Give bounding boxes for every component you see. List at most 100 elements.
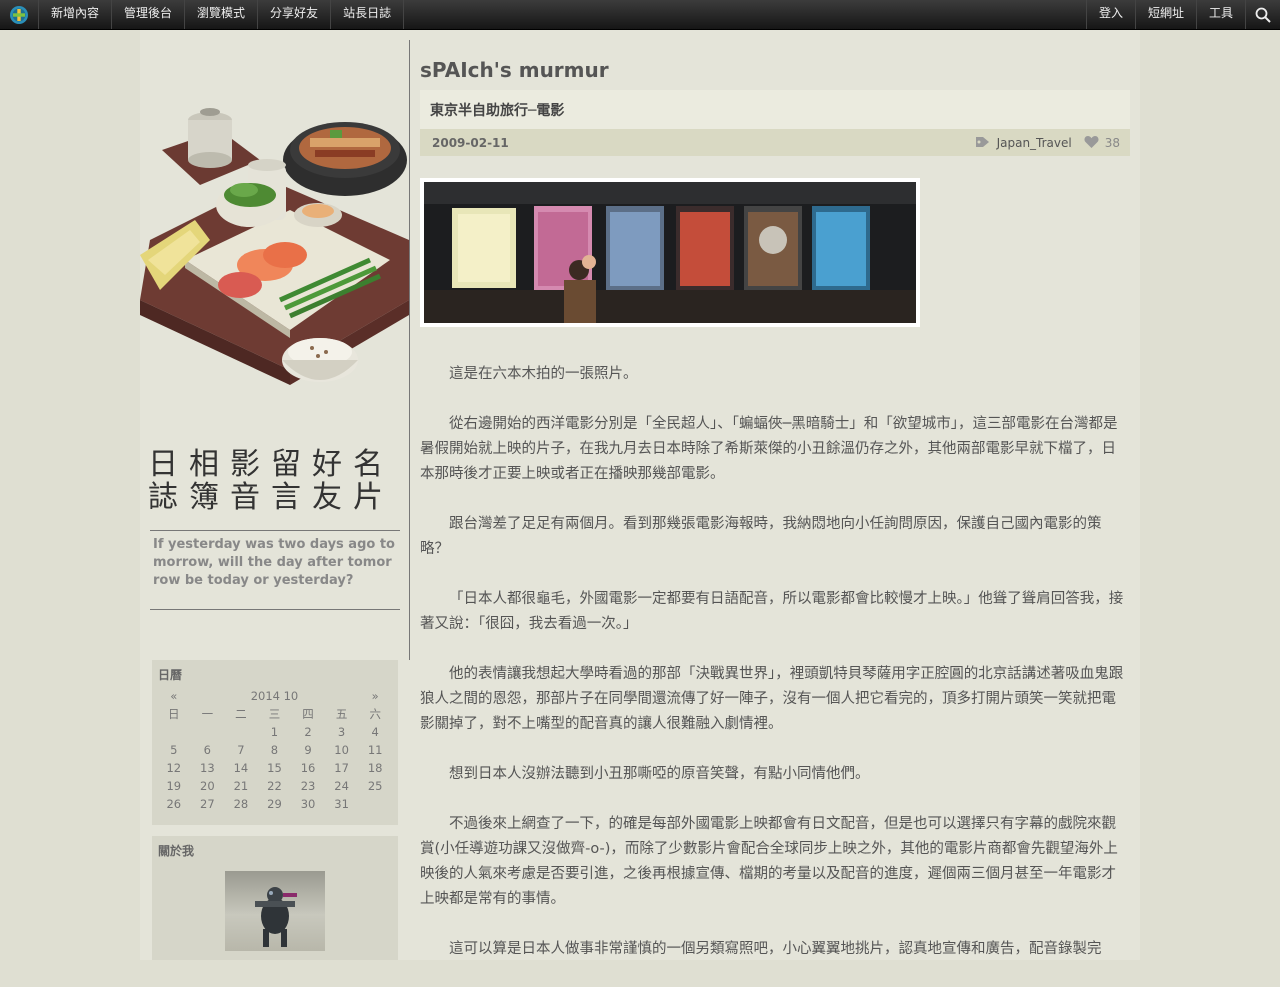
top-toolbar: 新增內容 管理後台 瀏覽模式 分享好友 站長日誌 登入 短網址 工具 [0,0,1280,30]
post-paragraph: 這可以算是日本人做事非常謹慎的一個另類寫照吧，小心翼翼地挑片，認真地宣傳和廣告，… [449,941,1102,957]
about-me-title: 關於我 [158,844,195,858]
nav-login[interactable]: 登入 [1085,0,1135,29]
nav-new-post[interactable]: 新增內容 [39,0,113,29]
calendar-day: 16 [300,761,316,775]
calendar-day: 7 [237,743,245,757]
weekday-label: 六 [369,707,381,721]
divider [150,609,400,610]
calendar-week-row: 19 20 21 22 23 24 25 [157,777,392,795]
calendar-day: 30 [300,797,316,811]
sidebar-divider [409,40,410,660]
calendar-day: 25 [367,779,383,793]
calendar-day [224,723,258,741]
calendar-day: 4 [371,725,379,739]
post-title[interactable]: 東京半自助旅行─電影 [430,100,564,120]
about-me-widget: 關於我 [152,836,398,960]
calendar-day: 24 [334,779,349,793]
weekday-label: 三 [268,707,281,721]
sidebar-title-calligraphy: 日相影留好名 誌簿音言友片 [148,448,402,514]
nav-share[interactable]: 分享好友 [258,0,332,29]
calendar-title: 日曆 [158,668,183,682]
nav-tools[interactable]: 工具 [1195,0,1245,29]
calendar-table: « 2014 10 » 日 一 二 三 四 五 六 1 2 3 4 5 6 7 … [157,687,392,813]
post-paragraph: 不過後來上網查了一下，的確是每部外國電影上映都會有日文配音，但是也可以選擇只有字… [420,816,1118,907]
tag-icon [975,135,991,152]
calendar-week-row: 1 2 3 4 [157,723,392,741]
food-illustration-banner [140,90,409,435]
nav-admin[interactable]: 管理後台 [112,0,186,29]
calendar-day: 14 [233,761,249,775]
search-icon[interactable] [1245,0,1280,29]
post-paragraph: 他的表情讓我想起大學時看過的那部「決戰異世界」，裡頭凱特貝琴薩用字正腔圓的北京話… [420,666,1124,732]
calendar-day [358,795,392,813]
like-count: 38 [1104,136,1120,150]
nav-site-log[interactable]: 站長日誌 [331,0,405,29]
calendar-day: 18 [367,761,383,775]
post-title-bar: 東京半自助旅行─電影 [420,90,1130,129]
post-tag-link[interactable]: Japan_Travel [997,136,1072,150]
calendar-day: 23 [300,779,316,793]
calendar-day: 19 [166,779,182,793]
post-paragraph: 跟台灣差了足足有兩個月。看到那幾張電影海報時，我納悶地向小任詢問原因，保護自己國… [420,516,1102,557]
toolbar-right-menu: 登入 短網址 工具 [1085,0,1280,29]
calendar-day: 2 [304,725,312,739]
weekday-label: 二 [235,707,247,721]
weekday-label: 四 [302,707,314,721]
calendar-day: 8 [270,743,279,757]
calendar-day: 27 [200,797,215,811]
weekday-label: 一 [201,707,214,721]
calendar-day: 17 [334,761,349,775]
calendar-month-label: 2014 10 [250,689,299,703]
post-paragraph: 想到日本人沒辦法聽到小丑那嘶啞的原音笑聲，有點小同情他們。 [449,766,870,782]
calendar-weekday-row: 日 一 二 三 四 五 六 [157,705,392,723]
calendar-day: 20 [200,779,215,793]
sidebar: 日相影留好名 誌簿音言友片 If yesterday was two days … [140,30,409,960]
post-paragraph: 「日本人都很龜毛，外國電影一定都要有日語配音，所以電影都會比較慢才上映。」他聳了… [420,591,1124,632]
calendar-widget: 日曆 « 2014 10 » 日 一 二 三 四 五 六 1 2 3 4 5 6… [152,660,398,825]
calendar-day: 1 [270,725,279,739]
calendar-next-link[interactable]: » [358,687,392,705]
post-paragraph: 這是在六本木拍的一張照片。 [449,366,638,382]
calendar-nav-row: « 2014 10 » [157,687,392,705]
calendar-day: 28 [233,797,249,811]
page-container: 日相影留好名 誌簿音言友片 If yesterday was two days … [140,30,1140,960]
calendar-day: 29 [267,797,282,811]
calendar-day: 31 [334,797,349,811]
site-logo-icon[interactable] [0,0,39,29]
post-date: 2009-02-11 [432,136,509,150]
calendar-day: 3 [337,725,346,739]
calendar-week-row: 26 27 28 29 30 31 [157,795,392,813]
toolbar-left-menu: 新增內容 管理後台 瀏覽模式 分享好友 站長日誌 [39,0,405,29]
nav-short-url[interactable]: 短網址 [1134,0,1196,29]
calendar-day [157,723,191,741]
heart-icon[interactable] [1084,135,1099,152]
calendar-day: 6 [203,743,211,757]
blog-tagline: If yesterday was two days ago tomorrow, … [153,537,395,588]
sidebar-title-row-bottom: 誌簿音言友片 [148,480,394,515]
sidebar-title-row-top: 日相影留好名 [148,447,394,482]
divider [150,530,400,531]
calendar-day: 11 [367,743,383,757]
calendar-week-row: 12 13 14 15 16 17 18 [157,759,392,777]
calendar-day: 9 [304,743,312,757]
calendar-day: 21 [233,779,249,793]
calendar-day [191,723,225,741]
calendar-day: 12 [166,761,182,775]
calendar-day: 22 [267,779,282,793]
weekday-label: 日 [168,707,180,721]
avatar [225,871,325,951]
post-body: 這是在六本木拍的一張照片。 從右邊開始的西洋電影分別是「全民超人」、「蝙蝠俠─黑… [420,362,1128,987]
calendar-day: 15 [267,761,282,775]
post-photo-movie-posters [420,178,920,327]
calendar-day: 5 [170,743,178,757]
calendar-prev-link[interactable]: « [157,687,191,705]
post-meta: Japan_Travel 38 [975,134,1120,152]
blog-title[interactable]: sPAIch's murmur [420,58,609,82]
calendar-week-row: 5 6 7 8 9 10 11 [157,741,392,759]
post-meta-bar: 2009-02-11 Japan_Travel 38 [420,129,1130,156]
post-paragraph: 從右邊開始的西洋電影分別是「全民超人」、「蝙蝠俠─黑暗騎士」和「欲望城市」，這三… [420,416,1118,482]
nav-browse-mode[interactable]: 瀏覽模式 [185,0,259,29]
weekday-label: 五 [335,707,348,721]
calendar-day: 13 [200,761,215,775]
calendar-day: 10 [334,743,349,757]
